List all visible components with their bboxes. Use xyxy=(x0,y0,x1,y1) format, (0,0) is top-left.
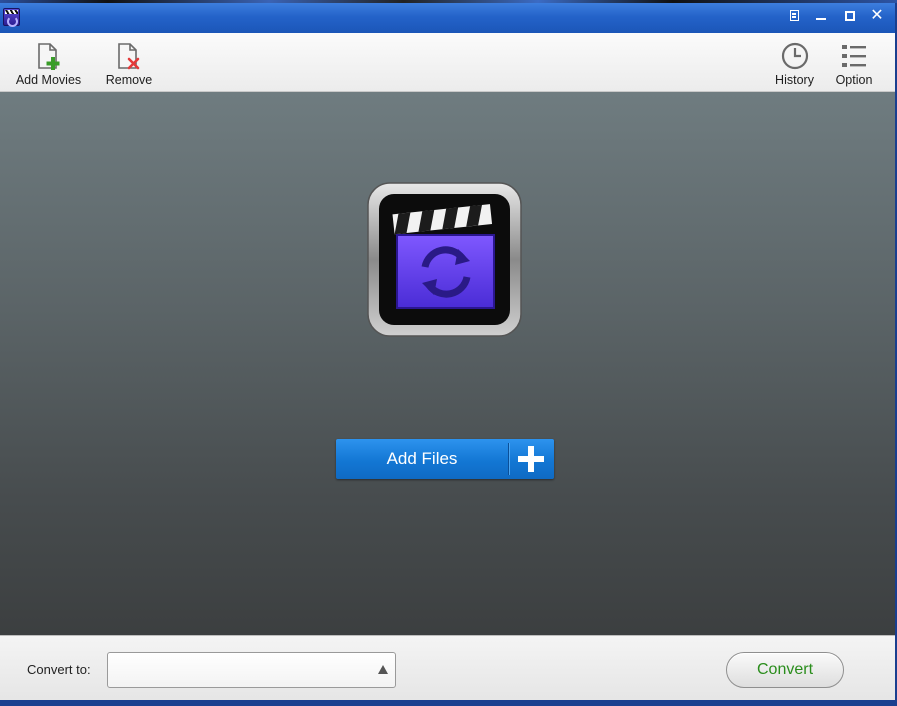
add-movies-label: Add Movies xyxy=(15,73,82,87)
close-button[interactable]: ✕ xyxy=(864,5,890,27)
add-movies-button[interactable]: Add Movies xyxy=(10,33,87,92)
minimize-icon xyxy=(816,18,826,20)
desktop-bottom-edge xyxy=(0,700,897,706)
maximize-icon xyxy=(845,11,855,21)
convert-to-select[interactable] xyxy=(107,652,396,688)
remove-button[interactable]: Remove xyxy=(100,33,158,92)
add-file-icon xyxy=(37,43,59,70)
option-label: Option xyxy=(835,73,873,87)
remove-label: Remove xyxy=(105,73,153,87)
title-bar[interactable]: ✕ xyxy=(0,3,895,33)
bottom-bar: Convert to: Convert xyxy=(0,635,895,703)
close-icon: ✕ xyxy=(870,7,884,24)
menu-button[interactable] xyxy=(781,5,807,27)
toolbar: Add Movies Remove History Option xyxy=(0,33,895,92)
drop-area[interactable]: Add Files xyxy=(0,92,895,635)
app-logo-icon xyxy=(3,8,20,27)
minimize-button[interactable] xyxy=(808,5,834,27)
convert-button[interactable]: Convert xyxy=(726,652,844,688)
add-files-label: Add Files xyxy=(386,449,458,468)
menu-icon xyxy=(789,10,799,21)
dropdown-arrow-icon[interactable] xyxy=(378,665,388,674)
app-window: ✕ Add Movies Remove History Option Add F… xyxy=(0,3,895,703)
history-clock-icon xyxy=(781,42,808,70)
remove-file-icon xyxy=(118,43,140,70)
history-button[interactable]: History xyxy=(767,33,822,92)
convert-to-label: Convert to: xyxy=(27,662,91,677)
button-divider xyxy=(508,443,509,475)
video-converter-logo-icon xyxy=(367,182,522,337)
add-files-button[interactable]: Add Files xyxy=(336,439,554,479)
maximize-button[interactable] xyxy=(837,5,863,27)
plus-icon xyxy=(518,446,544,472)
options-list-icon xyxy=(842,45,866,67)
history-label: History xyxy=(775,73,814,87)
option-button[interactable]: Option xyxy=(828,33,880,92)
